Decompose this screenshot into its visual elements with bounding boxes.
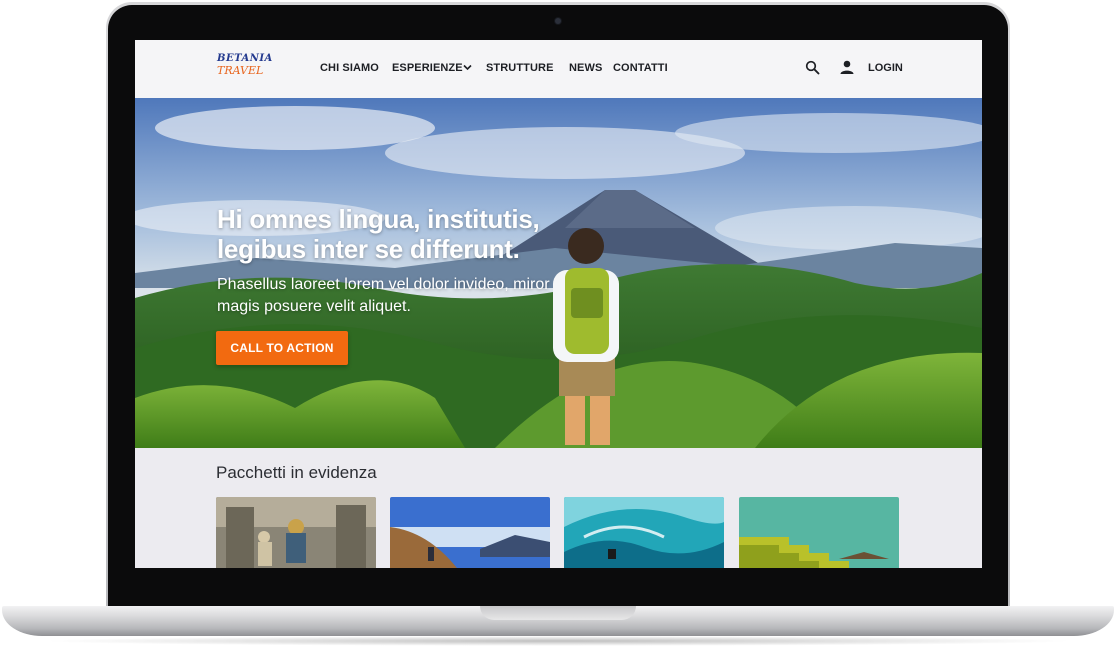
package-card[interactable] bbox=[390, 497, 550, 568]
login-link[interactable]: LOGIN bbox=[868, 62, 903, 74]
packages-section-title: Pacchetti in evidenza bbox=[216, 463, 377, 482]
laptop-notch bbox=[480, 606, 636, 620]
nav-item-strutture[interactable]: STRUTTURE bbox=[486, 62, 554, 74]
hero-background-image bbox=[135, 98, 982, 448]
temple-performer-image bbox=[216, 497, 376, 568]
search-icon[interactable] bbox=[805, 60, 820, 75]
nav-item-esperienze[interactable]: ESPERIENZE bbox=[392, 62, 463, 74]
user-icon[interactable] bbox=[840, 60, 854, 75]
nav-item-contatti[interactable]: CONTATTI bbox=[613, 62, 668, 74]
hero-subtitle: Phasellus laoreet lorem vel dolor invide… bbox=[217, 276, 550, 315]
package-card[interactable] bbox=[564, 497, 724, 568]
nav-item-chi-siamo[interactable]: CHI SIAMO bbox=[320, 62, 379, 74]
mountain-hiker-image bbox=[390, 497, 550, 568]
call-to-action-button[interactable]: CALL TO ACTION bbox=[216, 331, 348, 365]
package-card[interactable] bbox=[216, 497, 376, 568]
website-screen: BETANIA TRAVEL CHI SIAMO ESPERIENZE STRU… bbox=[135, 40, 982, 568]
site-logo[interactable]: BETANIA TRAVEL bbox=[217, 53, 273, 77]
site-header: BETANIA TRAVEL CHI SIAMO ESPERIENZE STRU… bbox=[135, 40, 982, 98]
laptop-shadow bbox=[40, 636, 1076, 646]
rice-terraces-image bbox=[739, 497, 899, 568]
hero-title: Hi omnes lingua, institutis, legibus int… bbox=[217, 204, 540, 264]
ocean-wave-surfer-image bbox=[564, 497, 724, 568]
camera-icon bbox=[555, 18, 561, 24]
package-card[interactable] bbox=[739, 497, 899, 568]
chevron-down-icon[interactable] bbox=[463, 64, 472, 71]
hero-banner: Hi omnes lingua, institutis, legibus int… bbox=[135, 98, 982, 448]
logo-text-travel: TRAVEL bbox=[217, 64, 264, 77]
logo-text-betania: BETANIA bbox=[217, 53, 273, 64]
nav-item-news[interactable]: NEWS bbox=[569, 62, 602, 74]
